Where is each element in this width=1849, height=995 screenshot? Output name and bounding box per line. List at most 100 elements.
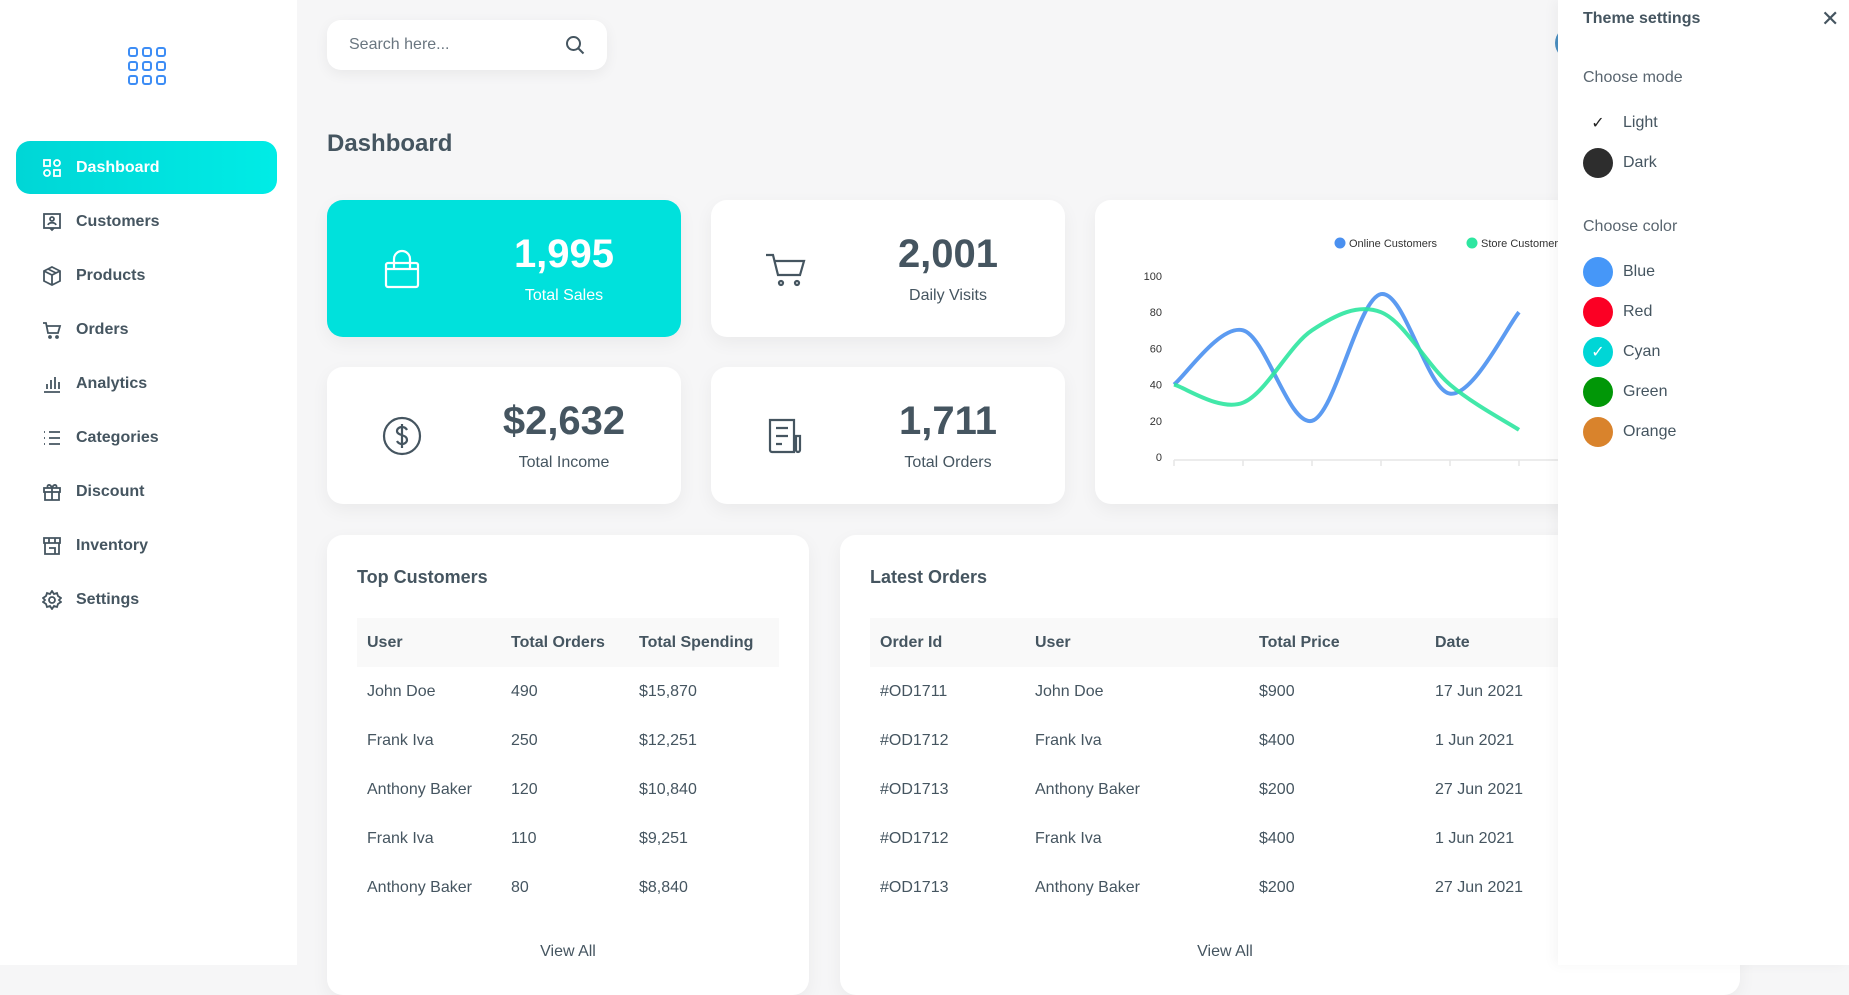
legend-label: Online Customers: [1349, 238, 1438, 250]
color-option-green[interactable]: Green: [1583, 377, 1667, 407]
table-cell: Anthony Baker: [367, 780, 472, 798]
color-option-red[interactable]: Red: [1583, 297, 1652, 327]
sidebar-item-label: Dashboard: [76, 158, 160, 176]
table-cell: Frank Iva: [367, 731, 434, 749]
sidebar-item-label: Inventory: [76, 537, 149, 554]
customer-icon: [43, 213, 61, 232]
table-cell: Frank Iva: [1035, 731, 1102, 749]
table-row: Frank Iva 110 $9,251: [357, 814, 779, 863]
y-tick-label: 40: [1150, 380, 1162, 392]
check-icon: ✓: [1591, 115, 1605, 132]
table-cell: #OD1712: [880, 731, 949, 749]
stat-label: Daily Visits: [909, 287, 987, 304]
column-header: Order Id: [870, 618, 1025, 667]
mode-label: Light: [1623, 114, 1658, 131]
sidebar-item-dashboard[interactable]: Dashboard: [16, 141, 277, 194]
table-cell: $900: [1259, 682, 1295, 700]
close-icon[interactable]: ✕: [1821, 6, 1839, 32]
table-cell: $200: [1259, 878, 1295, 896]
page-title: Dashboard: [327, 130, 453, 157]
gift-icon: [43, 484, 61, 501]
dark-swatch-icon: [1583, 148, 1613, 178]
sidebar-item-inventory[interactable]: Inventory: [16, 519, 277, 573]
check-icon: ✓: [1583, 337, 1613, 367]
table-cell: Anthony Baker: [1035, 780, 1140, 798]
package-icon: [43, 266, 61, 286]
color-option-orange[interactable]: Orange: [1583, 417, 1676, 447]
sidebar-item-products[interactable]: Products: [16, 249, 277, 303]
stat-value: 2,001: [897, 232, 999, 276]
receipt-icon: [768, 418, 802, 453]
table-cell: #OD1713: [880, 780, 949, 798]
color-label: Green: [1623, 383, 1668, 400]
latest-orders-title: Latest Orders: [870, 567, 988, 587]
color-option-cyan[interactable]: ✓ Cyan: [1583, 337, 1660, 367]
sidebar-item-orders[interactable]: Orders: [16, 303, 277, 357]
table-cell: 490: [511, 682, 538, 700]
sidebar: Dashboard Customers Products Orders Anal…: [0, 0, 297, 965]
table-cell: John Doe: [1035, 682, 1104, 700]
table-cell: $8,840: [639, 878, 688, 896]
legend-label: Store Customers: [1481, 238, 1564, 250]
sidebar-item-label: Analytics: [76, 375, 148, 392]
sidebar-item-categories[interactable]: Categories: [16, 411, 277, 465]
table-cell: #OD1712: [880, 829, 949, 847]
search-input[interactable]: [349, 36, 565, 54]
column-header: User: [357, 618, 501, 667]
latest-orders-table: Order Id User Total Price Date #OD1711 Jo…: [870, 618, 1625, 912]
theme-settings-title: Theme settings: [1583, 10, 1701, 27]
dashboard-icon: [43, 158, 61, 177]
table-cell: 80: [511, 878, 529, 896]
grid-icon[interactable]: [128, 47, 166, 85]
top-customers-table: User Total Orders Total Spending John Do…: [357, 618, 779, 912]
sidebar-item-analytics[interactable]: Analytics: [16, 357, 277, 411]
stat-value: 1,995: [513, 232, 615, 276]
sidebar-item-label: Settings: [76, 591, 140, 608]
table-cell: 120: [511, 780, 538, 798]
column-header: User: [1025, 618, 1249, 667]
table-cell: #OD1711: [880, 682, 948, 700]
stat-label: Total Income: [518, 454, 610, 471]
color-option-blue[interactable]: Blue: [1583, 257, 1655, 287]
table-cell: John Doe: [367, 682, 436, 700]
table-cell: $12,251: [639, 731, 697, 749]
table-cell: $400: [1259, 731, 1295, 749]
stat-card-daily-visits: 2,001 Daily Visits: [711, 200, 1065, 337]
table-cell: $200: [1259, 780, 1295, 798]
color-swatch-icon: [1583, 377, 1613, 407]
y-tick-label: 20: [1150, 416, 1162, 428]
table-row: #OD1712 Frank Iva $400 1 Jun 2021: [870, 716, 1625, 765]
table-row: #OD1711 John Doe $900 17 Jun 2021: [870, 667, 1625, 716]
table-cell: 250: [511, 731, 538, 749]
store-icon: [43, 537, 61, 555]
table-cell: #OD1713: [880, 878, 949, 896]
table-row: #OD1713 Anthony Baker $200 27 Jun 2021: [870, 765, 1625, 814]
table-row: #OD1713 Anthony Baker $200 27 Jun 2021: [870, 863, 1625, 912]
top-customers-title: Top Customers: [357, 567, 488, 587]
mode-option-dark[interactable]: Dark: [1583, 148, 1657, 178]
search-box: [327, 20, 607, 70]
sidebar-item-settings[interactable]: Settings: [16, 573, 277, 627]
view-all-customers-link[interactable]: View All: [327, 943, 809, 961]
sidebar-item-label: Orders: [76, 321, 129, 338]
table-cell: Anthony Baker: [367, 878, 472, 896]
color-swatch-icon: [1583, 417, 1613, 447]
mode-label: Dark: [1623, 154, 1657, 171]
stat-value: 1,711: [899, 399, 997, 443]
choose-color-label: Choose color: [1583, 218, 1678, 235]
color-label: Red: [1623, 303, 1653, 320]
table-cell: 110: [511, 829, 537, 847]
view-all-orders-link[interactable]: View All: [840, 943, 1610, 961]
table-cell: $400: [1259, 829, 1295, 847]
search-icon[interactable]: [565, 35, 585, 55]
series-line-1: [1173, 307, 1521, 432]
stat-card-total-income: $2,632 Total Income: [327, 367, 681, 504]
table-cell: $15,870: [639, 682, 697, 700]
table-cell: Anthony Baker: [1035, 878, 1140, 896]
color-label: Cyan: [1623, 343, 1661, 360]
y-tick-label: 100: [1144, 271, 1162, 283]
mode-option-light[interactable]: ✓ Light: [1583, 108, 1658, 138]
column-header: Total Price: [1249, 618, 1425, 667]
sidebar-item-discount[interactable]: Discount: [16, 465, 277, 519]
sidebar-item-customers[interactable]: Customers: [16, 195, 277, 249]
